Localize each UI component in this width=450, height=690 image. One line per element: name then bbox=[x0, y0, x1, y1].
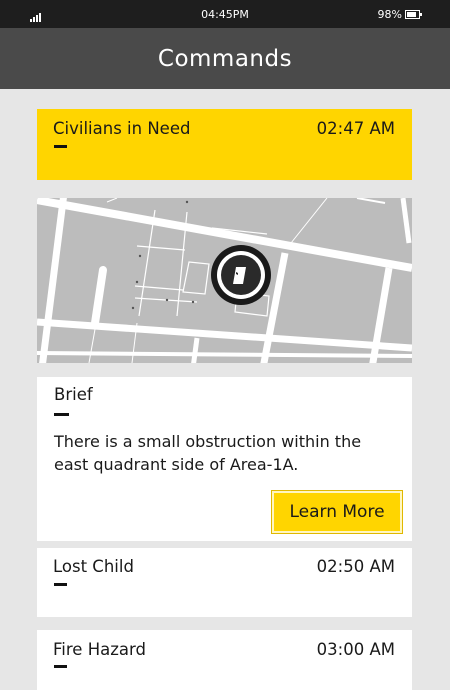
battery-percent: 98% bbox=[377, 8, 402, 21]
command-card[interactable]: Lost Child 02:50 AM bbox=[37, 548, 412, 617]
command-title: Civilians in Need bbox=[53, 119, 191, 138]
battery-indicator: 98% bbox=[377, 8, 422, 21]
battery-icon bbox=[405, 10, 422, 19]
location-marker-icon bbox=[211, 245, 271, 305]
command-time: 03:00 AM bbox=[316, 640, 395, 659]
dash-marker bbox=[54, 583, 67, 586]
command-title: Fire Hazard bbox=[53, 640, 146, 659]
page-title: Commands bbox=[157, 45, 293, 72]
status-bar: 04:45PM 98% bbox=[0, 0, 450, 28]
map-graphic bbox=[37, 198, 412, 363]
command-card[interactable]: Fire Hazard 03:00 AM bbox=[37, 630, 412, 690]
dash-marker bbox=[54, 145, 67, 148]
command-title: Lost Child bbox=[53, 557, 134, 576]
command-time: 02:47 AM bbox=[316, 119, 395, 138]
dash-marker bbox=[54, 413, 69, 416]
area-map[interactable] bbox=[37, 198, 412, 363]
command-time: 02:50 AM bbox=[316, 557, 395, 576]
command-card-active[interactable]: Civilians in Need 02:47 AM bbox=[37, 109, 412, 180]
app-header: Commands bbox=[0, 28, 450, 89]
brief-label: Brief bbox=[54, 385, 93, 404]
learn-more-button[interactable]: Learn More bbox=[271, 490, 403, 534]
dash-marker bbox=[54, 665, 67, 668]
brief-text: There is a small obstruction within the … bbox=[54, 432, 362, 474]
